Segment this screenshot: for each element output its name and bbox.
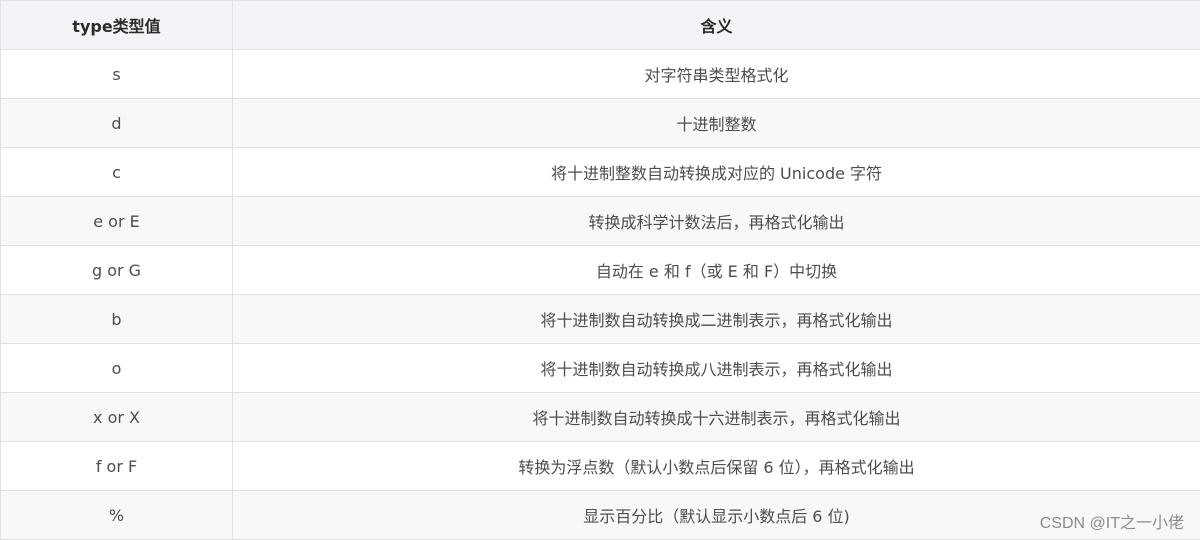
meaning-cell: 将十进制数自动转换成二进制表示，再格式化输出 bbox=[233, 295, 1200, 344]
type-cell: x or X bbox=[1, 393, 233, 442]
meaning-cell: 将十进制数自动转换成八进制表示，再格式化输出 bbox=[233, 344, 1200, 393]
table-row: g or G 自动在 e 和 f（或 E 和 F）中切换 bbox=[1, 246, 1200, 295]
type-cell: s bbox=[1, 50, 233, 99]
meaning-cell: 转换为浮点数（默认小数点后保留 6 位），再格式化输出 bbox=[233, 442, 1200, 491]
table-row: b 将十进制数自动转换成二进制表示，再格式化输出 bbox=[1, 295, 1200, 344]
type-cell: c bbox=[1, 148, 233, 197]
table-row: o 将十进制数自动转换成八进制表示，再格式化输出 bbox=[1, 344, 1200, 393]
format-type-table-container: type类型值 含义 s 对字符串类型格式化 d 十进制整数 c 将十进制整数自… bbox=[0, 0, 1200, 539]
format-type-table: type类型值 含义 s 对字符串类型格式化 d 十进制整数 c 将十进制整数自… bbox=[0, 0, 1200, 540]
type-cell: % bbox=[1, 491, 233, 540]
meaning-cell: 对字符串类型格式化 bbox=[233, 50, 1200, 99]
type-cell: e or E bbox=[1, 197, 233, 246]
type-cell: d bbox=[1, 99, 233, 148]
table-row: x or X 将十进制数自动转换成十六进制表示，再格式化输出 bbox=[1, 393, 1200, 442]
meaning-cell: 将十进制数自动转换成十六进制表示，再格式化输出 bbox=[233, 393, 1200, 442]
header-meaning: 含义 bbox=[233, 1, 1200, 50]
table-row: s 对字符串类型格式化 bbox=[1, 50, 1200, 99]
type-cell: f or F bbox=[1, 442, 233, 491]
table-row: f or F 转换为浮点数（默认小数点后保留 6 位），再格式化输出 bbox=[1, 442, 1200, 491]
header-row: type类型值 含义 bbox=[1, 1, 1200, 50]
table-row: d 十进制整数 bbox=[1, 99, 1200, 148]
table-row: e or E 转换成科学计数法后，再格式化输出 bbox=[1, 197, 1200, 246]
type-cell: g or G bbox=[1, 246, 233, 295]
meaning-cell: 十进制整数 bbox=[233, 99, 1200, 148]
table-header: type类型值 含义 bbox=[1, 1, 1200, 50]
meaning-cell: 自动在 e 和 f（或 E 和 F）中切换 bbox=[233, 246, 1200, 295]
type-cell: o bbox=[1, 344, 233, 393]
meaning-cell: 将十进制整数自动转换成对应的 Unicode 字符 bbox=[233, 148, 1200, 197]
type-cell: b bbox=[1, 295, 233, 344]
meaning-cell: 转换成科学计数法后，再格式化输出 bbox=[233, 197, 1200, 246]
header-type-value: type类型值 bbox=[1, 1, 233, 50]
table-row: % 显示百分比（默认显示小数点后 6 位) bbox=[1, 491, 1200, 540]
table-body: s 对字符串类型格式化 d 十进制整数 c 将十进制整数自动转换成对应的 Uni… bbox=[1, 50, 1200, 540]
meaning-cell: 显示百分比（默认显示小数点后 6 位) bbox=[233, 491, 1200, 540]
table-row: c 将十进制整数自动转换成对应的 Unicode 字符 bbox=[1, 148, 1200, 197]
